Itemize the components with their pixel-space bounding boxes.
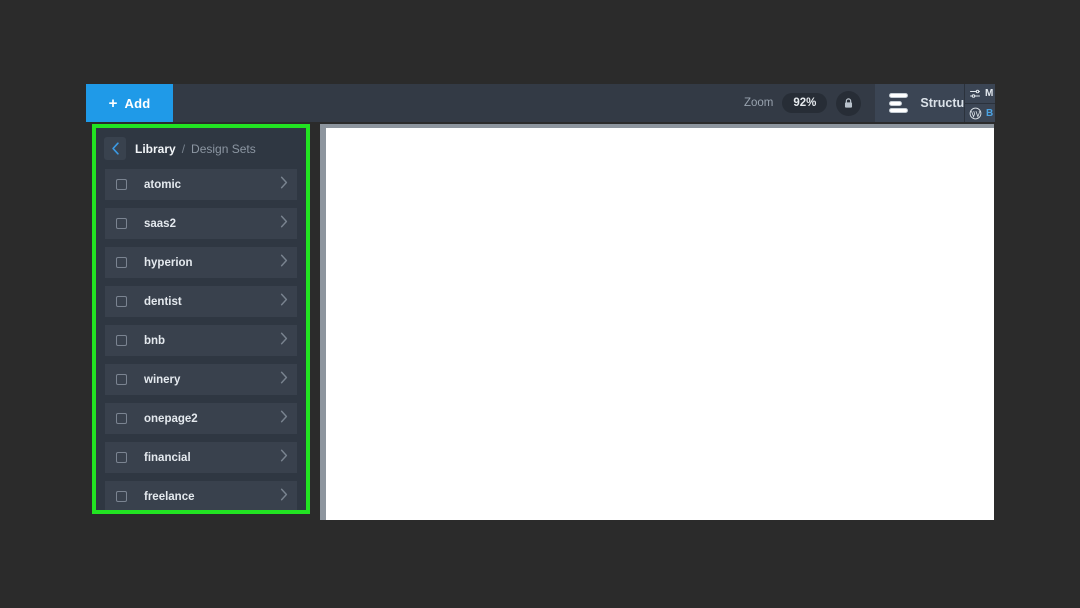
list-item-checkbox[interactable] <box>116 257 127 268</box>
top-toolbar: + Add Zoom 92% Structure <box>86 84 994 122</box>
lock-button[interactable] <box>836 90 862 116</box>
sliders-icon <box>970 89 980 98</box>
library-panel: Library / Design Sets atomic saas2 hyper… <box>96 128 306 510</box>
list-item[interactable]: saas2 <box>105 208 297 239</box>
list-item[interactable]: dentist <box>105 286 297 317</box>
right-side-panel: M B <box>964 84 995 122</box>
list-item-checkbox[interactable] <box>116 374 127 385</box>
chevron-right-icon[interactable] <box>280 254 288 272</box>
chevron-right-icon[interactable] <box>280 293 288 311</box>
list-item[interactable]: freelance <box>105 481 297 510</box>
library-panel-highlight: Library / Design Sets atomic saas2 hyper… <box>92 124 310 514</box>
list-item[interactable]: hyperion <box>105 247 297 278</box>
canvas-frame <box>320 124 994 520</box>
lock-icon <box>845 97 853 108</box>
list-item-label: dentist <box>144 295 182 308</box>
list-item-checkbox[interactable] <box>116 218 127 229</box>
add-button-label: Add <box>124 95 151 111</box>
chevron-right-icon[interactable] <box>280 332 288 350</box>
right-panel-row-settings[interactable]: M <box>965 84 995 103</box>
list-item-label: onepage2 <box>144 412 198 425</box>
breadcrumb: Library / Design Sets <box>96 128 306 169</box>
chevron-right-icon[interactable] <box>280 215 288 233</box>
list-item-checkbox[interactable] <box>116 335 127 346</box>
chevron-right-icon[interactable] <box>280 176 288 194</box>
right-panel-row-wordpress[interactable]: B <box>965 103 995 122</box>
list-item-checkbox[interactable] <box>116 179 127 190</box>
canvas-page[interactable] <box>326 128 994 520</box>
right-panel-row-settings-label: M <box>985 88 994 99</box>
list-item-checkbox[interactable] <box>116 413 127 424</box>
list-item-label: winery <box>144 373 181 386</box>
breadcrumb-separator: / <box>181 141 186 156</box>
list-item-label: hyperion <box>144 256 193 269</box>
list-item-label: bnb <box>144 334 166 347</box>
list-item[interactable]: atomic <box>105 169 297 200</box>
back-button[interactable] <box>104 137 126 160</box>
design-sets-list: atomic saas2 hyperion dentist bnb winery… <box>96 169 306 510</box>
list-item-label: atomic <box>144 178 182 191</box>
list-item[interactable]: winery <box>105 364 297 395</box>
list-item-checkbox[interactable] <box>116 296 127 307</box>
breadcrumb-current[interactable]: Library <box>135 142 176 156</box>
list-item[interactable]: bnb <box>105 325 297 356</box>
zoom-controls: Zoom 92% <box>744 84 875 122</box>
zoom-value[interactable]: 92% <box>782 93 828 113</box>
chevron-right-icon[interactable] <box>280 371 288 389</box>
list-item-label: freelance <box>144 490 195 503</box>
breadcrumb-trail: Library / Design Sets <box>135 142 256 156</box>
chevron-right-icon[interactable] <box>280 488 288 506</box>
chevron-left-icon <box>111 142 119 155</box>
right-panel-row-wordpress-label: B <box>986 107 994 119</box>
list-item-label: saas2 <box>144 217 176 230</box>
plus-icon: + <box>108 94 118 112</box>
zoom-label: Zoom <box>743 97 774 109</box>
stacked-bars-icon <box>889 93 909 113</box>
list-item-checkbox[interactable] <box>116 452 127 463</box>
list-item[interactable]: financial <box>105 442 297 473</box>
wordpress-icon <box>969 107 982 119</box>
list-item[interactable]: onepage2 <box>105 403 297 434</box>
app-root: + Add Zoom 92% Structure M B Library / D… <box>0 0 1080 608</box>
breadcrumb-sub[interactable]: Design Sets <box>191 142 256 156</box>
add-button[interactable]: + Add <box>86 84 173 122</box>
list-item-label: financial <box>144 451 191 464</box>
chevron-right-icon[interactable] <box>280 449 288 467</box>
chevron-right-icon[interactable] <box>280 410 288 428</box>
list-item-checkbox[interactable] <box>116 491 127 502</box>
